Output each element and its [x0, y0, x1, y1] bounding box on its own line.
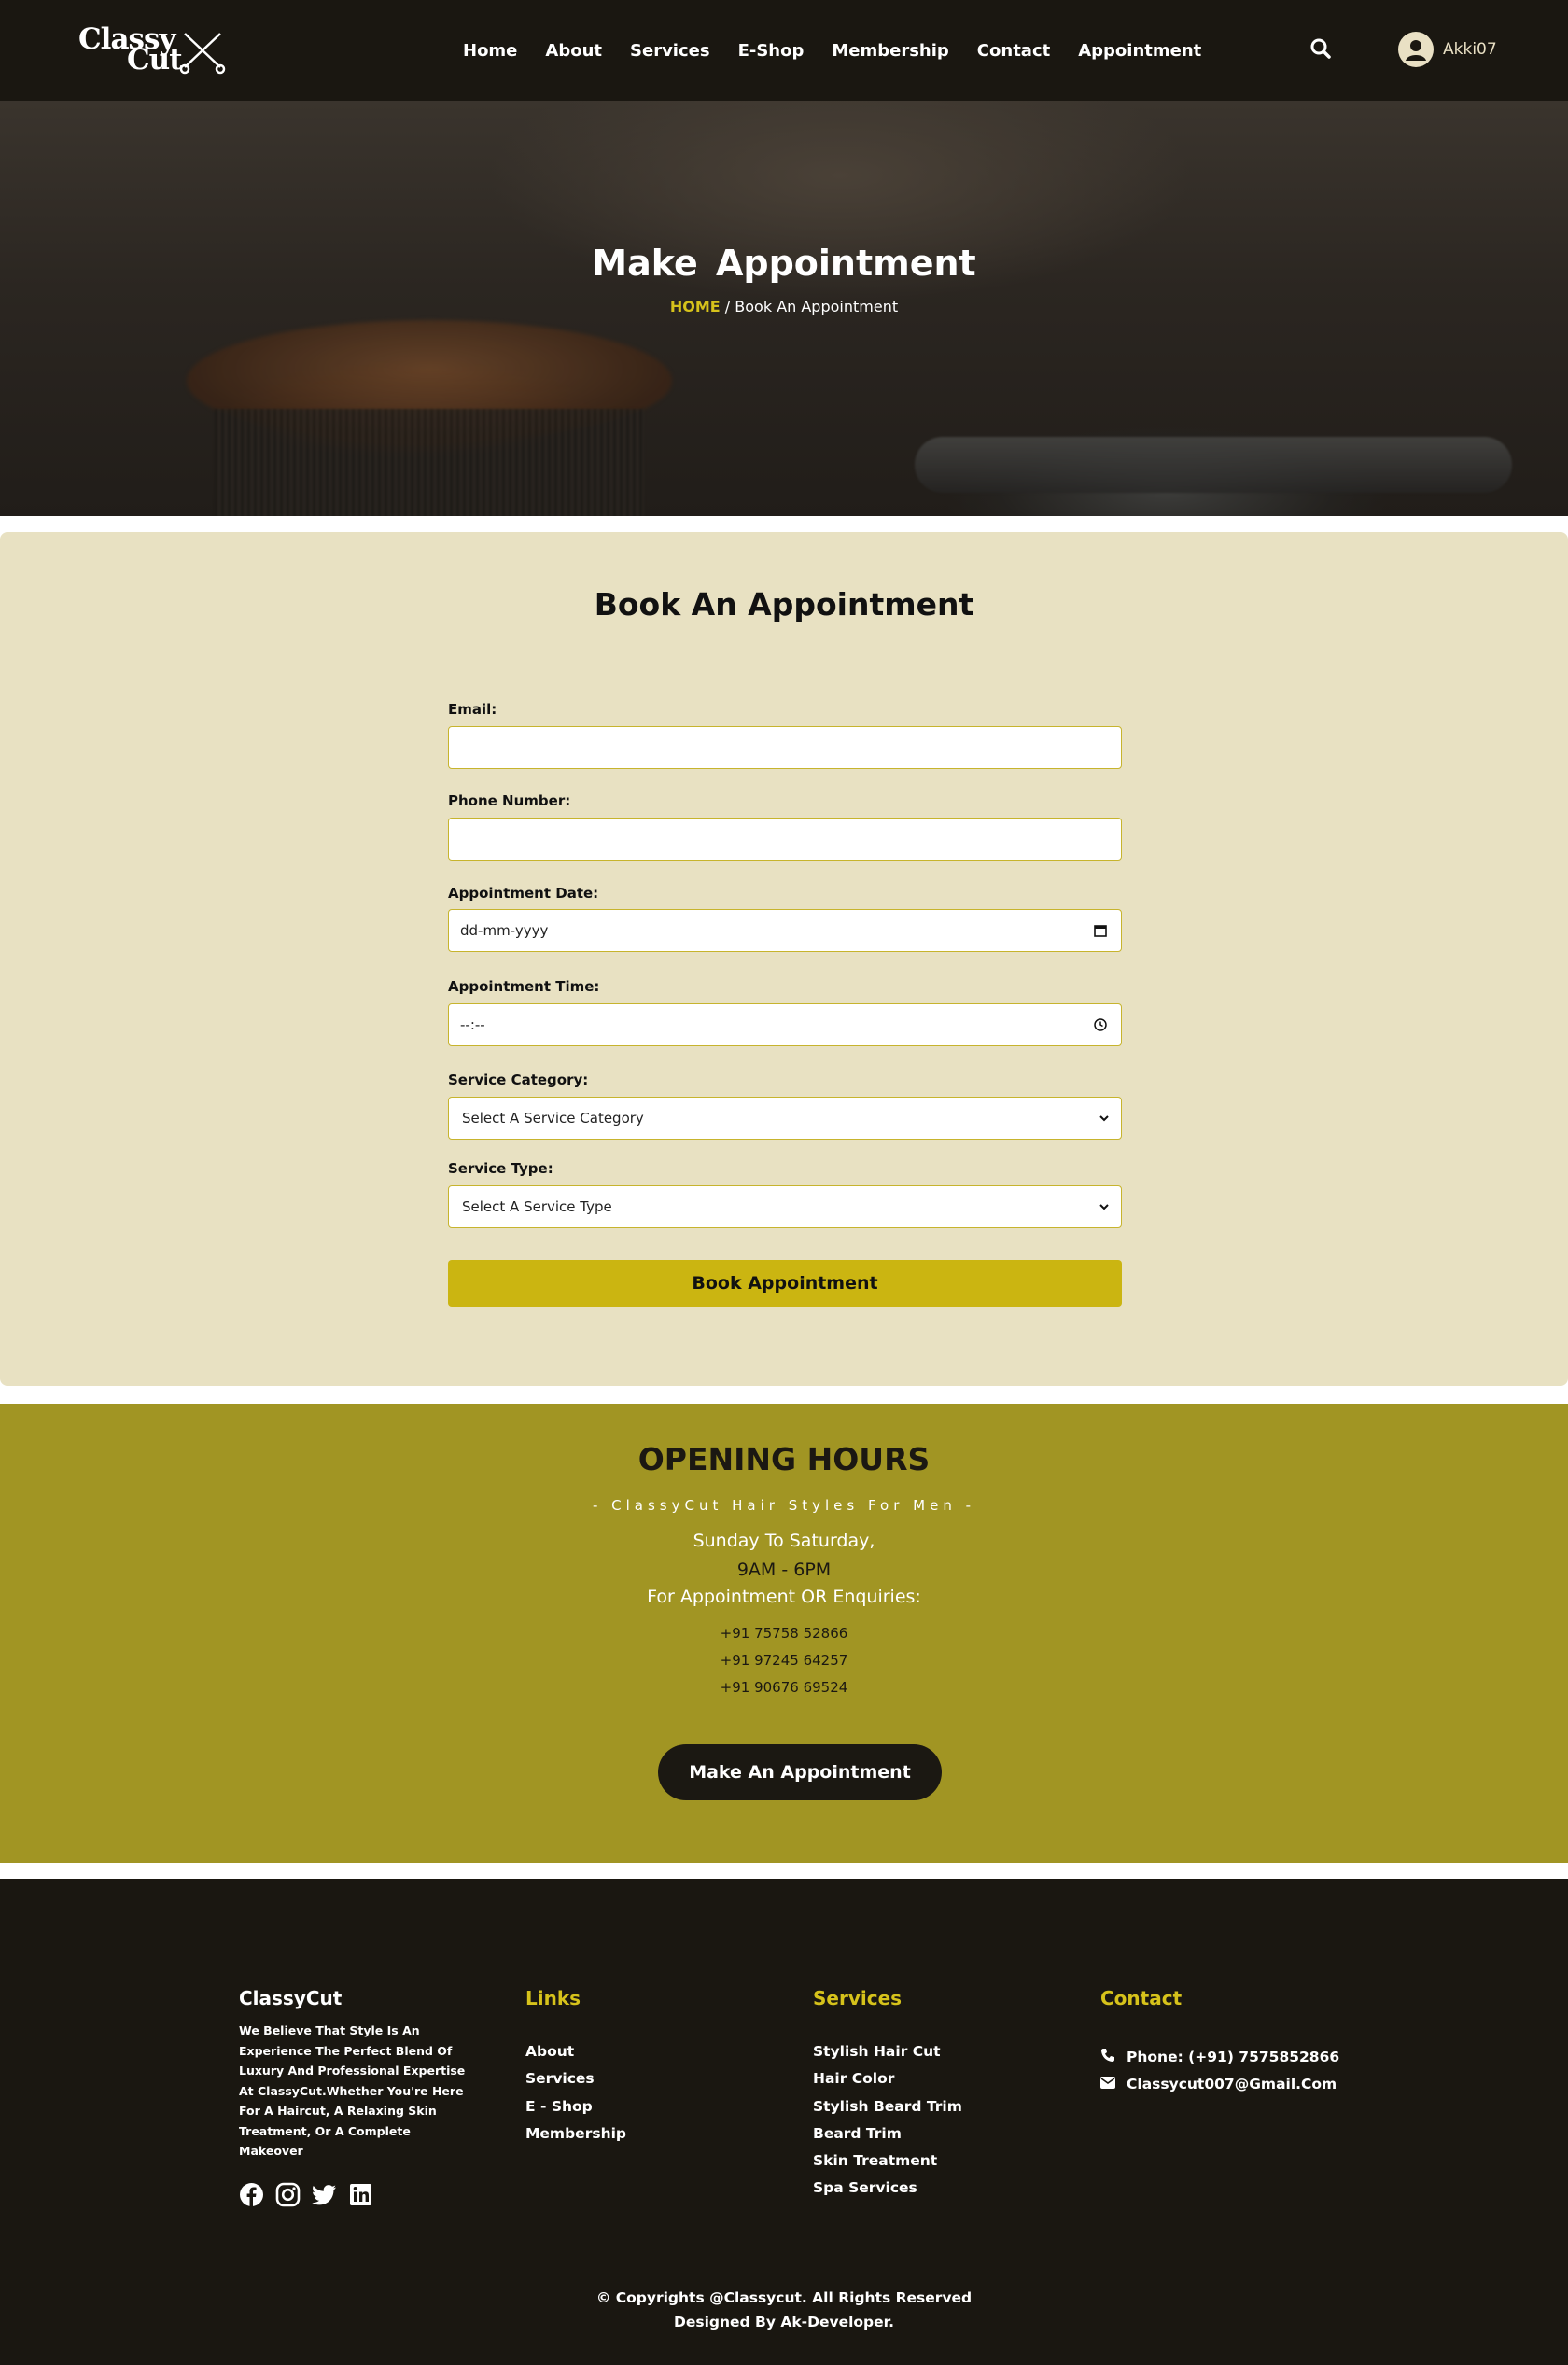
copyright-text: © Copyrights @Classycut. All Rights Rese…: [595, 2289, 973, 2306]
chevron-down-icon: [1099, 1201, 1110, 1215]
nav-about[interactable]: About: [545, 41, 602, 61]
nav-eshop[interactable]: E-Shop: [738, 41, 805, 61]
classycut-logo[interactable]: Classy Cut: [78, 22, 228, 77]
footer-link-membership[interactable]: Membership: [525, 2125, 626, 2152]
phone-field[interactable]: [448, 818, 1122, 861]
instagram-icon[interactable]: [275, 2182, 301, 2207]
opening-hours-subtitle: - ClassyCut Hair Styles For Men -: [592, 1497, 976, 1514]
date-label: Appointment Date:: [448, 885, 599, 902]
breadcrumb-current: Book An Appointment: [735, 298, 899, 315]
footer-about-text: We Believe That Style Is An Experience T…: [239, 2023, 466, 2158]
facebook-icon[interactable]: [239, 2182, 264, 2207]
nav-contact[interactable]: Contact: [977, 41, 1050, 61]
footer-email-text[interactable]: Classycut007@Gmail.Com: [1127, 2076, 1337, 2092]
designed-by-text: Designed By Ak-Developer.: [674, 2314, 894, 2330]
email-field[interactable]: [448, 726, 1122, 769]
footer-email: Classycut007@Gmail.Com: [1100, 2070, 1339, 2097]
footer-service-item[interactable]: Beard Trim: [813, 2125, 962, 2152]
book-appointment-button[interactable]: Book Appointment: [448, 1260, 1122, 1307]
opening-hours-title: OPENING HOURS: [637, 1441, 931, 1477]
nav-appointment[interactable]: Appointment: [1078, 41, 1201, 61]
enquiry-phone-2: +91 97245 64257: [720, 1652, 848, 1669]
main-menu: Home About Services E-Shop Membership Co…: [463, 0, 1201, 101]
service-type-select[interactable]: Select A Service Type: [448, 1185, 1122, 1228]
time-placeholder: --:--: [460, 1016, 485, 1033]
calendar-icon[interactable]: [1093, 923, 1108, 942]
clock-icon[interactable]: [1093, 1017, 1108, 1036]
footer-service-item[interactable]: Hair Color: [813, 2070, 962, 2097]
service-category-value: Select A Service Category: [462, 1110, 644, 1127]
social-links: [239, 2182, 468, 2207]
page-title: Make Appointment: [592, 243, 976, 284]
footer-service-item[interactable]: Stylish Hair Cut: [813, 2043, 962, 2070]
email-label: Email:: [448, 701, 497, 718]
footer-link-about[interactable]: About: [525, 2043, 626, 2070]
hero-background-comb: [915, 437, 1512, 493]
breadcrumb-separator: /: [720, 298, 735, 315]
date-placeholder: dd-mm-yyyy: [460, 922, 549, 939]
twitter-icon[interactable]: [312, 2182, 337, 2207]
breadcrumb-home-link[interactable]: HOME: [670, 298, 721, 315]
footer-links-title: Links: [525, 1987, 581, 2009]
site-footer: ClassyCut We Believe That Style Is An Ex…: [0, 1879, 1568, 2365]
footer-links-column: Links About Services E - Shop Membership: [525, 1987, 626, 2152]
breadcrumb: HOME / Book An Appointment: [0, 298, 1568, 315]
linkedin-icon[interactable]: [348, 2182, 373, 2207]
service-type-value: Select A Service Type: [462, 1198, 612, 1215]
footer-phone: Phone: (+91) 7575852866: [1100, 2043, 1339, 2070]
opening-days: Sunday To Saturday,: [693, 1531, 875, 1551]
opening-time: 9AM - 6PM: [736, 1560, 832, 1580]
enquiry-phone-1: +91 75758 52866: [720, 1625, 848, 1642]
phone-label: Phone Number:: [448, 792, 571, 809]
footer-contact-column: Contact Phone: (+91) 7575852866 Classycu…: [1100, 1987, 1339, 2098]
appointment-date-input[interactable]: dd-mm-yyyy: [448, 909, 1122, 952]
footer-about-column: ClassyCut We Believe That Style Is An Ex…: [239, 1987, 468, 2207]
user-account-menu[interactable]: Akki07: [1398, 32, 1497, 67]
envelope-icon: [1100, 2076, 1115, 2092]
nav-membership[interactable]: Membership: [832, 41, 948, 61]
footer-brand: ClassyCut: [239, 1987, 343, 2009]
enquiries-label: For Appointment OR Enquiries:: [647, 1587, 921, 1607]
service-category-label: Service Category:: [448, 1071, 589, 1088]
time-label: Appointment Time:: [448, 978, 600, 995]
phone-icon: [1100, 2048, 1115, 2066]
nav-home[interactable]: Home: [463, 41, 517, 61]
booking-title: Book An Appointment: [594, 586, 974, 623]
hero-background-bristles: [215, 409, 644, 516]
footer-services-title: Services: [813, 1987, 903, 2009]
footer-service-item[interactable]: Spa Services: [813, 2179, 962, 2206]
service-category-select[interactable]: Select A Service Category: [448, 1097, 1122, 1140]
footer-services-column: Services Stylish Hair Cut Hair Color Sty…: [813, 1987, 962, 2207]
service-type-label: Service Type:: [448, 1160, 553, 1177]
booking-section: Book An Appointment Email: Phone Number:…: [0, 532, 1568, 1386]
opening-hours-section: OPENING HOURS - ClassyCut Hair Styles Fo…: [0, 1404, 1568, 1863]
footer-phone-text: Phone: (+91) 7575852866: [1127, 2048, 1340, 2065]
appointment-time-input[interactable]: --:--: [448, 1003, 1122, 1046]
top-navbar: Classy Cut Home About Services E-Shop Me…: [0, 0, 1568, 101]
enquiry-phone-3: +91 90676 69524: [720, 1679, 848, 1696]
nav-services[interactable]: Services: [630, 41, 710, 61]
scissors-icon: [179, 33, 226, 75]
hero-banner: Make Appointment HOME / Book An Appointm…: [0, 101, 1568, 516]
logo-word-2: Cut: [127, 43, 183, 77]
chevron-down-icon: [1099, 1113, 1110, 1127]
footer-link-services[interactable]: Services: [525, 2070, 626, 2097]
footer-link-eshop[interactable]: E - Shop: [525, 2098, 626, 2125]
make-appointment-button[interactable]: Make An Appointment: [658, 1744, 942, 1800]
username-label: Akki07: [1443, 40, 1497, 59]
footer-service-item[interactable]: Stylish Beard Trim: [813, 2098, 962, 2125]
footer-contact-title: Contact: [1100, 1987, 1183, 2009]
search-icon[interactable]: [1309, 37, 1336, 63]
user-avatar-icon: [1398, 32, 1434, 67]
footer-service-item[interactable]: Skin Treatment: [813, 2152, 962, 2179]
